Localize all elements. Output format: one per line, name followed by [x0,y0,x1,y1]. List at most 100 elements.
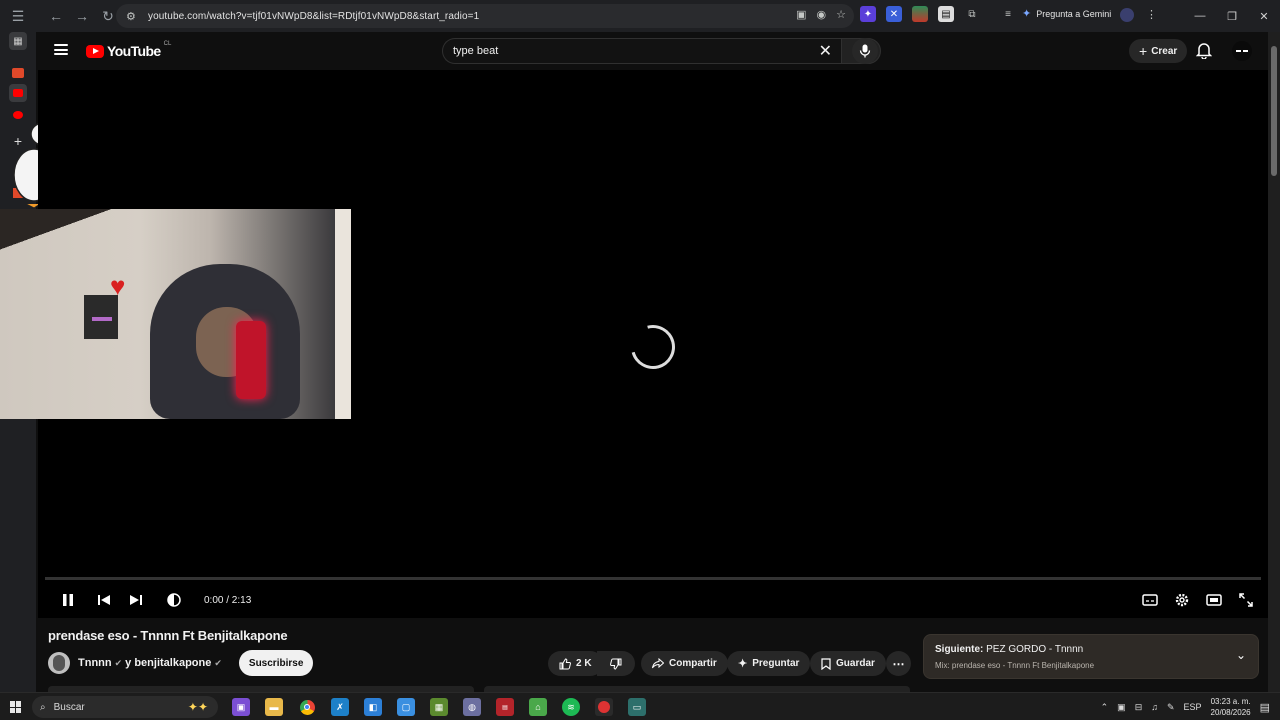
plus-icon: + [1139,43,1148,59]
address-bar[interactable]: ⚙ youtube.com/watch?v=tjf01vNWpD8&list=R… [116,4,854,28]
verified-badge-icon-2: ✔ [214,657,222,668]
clock-time: 03:23 a. m. [1210,697,1251,706]
app-icon-12[interactable] [595,698,613,716]
previous-button[interactable] [88,590,120,610]
fullscreen-icon [1239,593,1253,607]
more-actions-button[interactable]: ⋯ [886,651,911,676]
extension-icon-1[interactable]: ✦ [860,6,876,22]
start-button-icon[interactable] [10,701,22,713]
share-icon [652,658,664,669]
forward-button[interactable]: → [70,4,94,28]
skip-previous-icon [98,595,110,605]
app-icon-10[interactable]: ⌂ [529,698,547,716]
scrollbar-thumb[interactable] [1271,46,1277,176]
extension-icon-4[interactable]: ▤ [938,6,954,22]
sparkle-icon: ✦ [738,658,748,670]
copilot-sparkle-icon: ✦✦ [187,700,208,714]
volume-icon [167,593,181,607]
reading-list-icon[interactable]: ≡ [1000,6,1016,22]
pen-icon[interactable]: ✎ [1167,702,1175,713]
clock[interactable]: 03:23 a. m. 20/08/2026 [1211,696,1251,718]
webcam-overlay: ♥ [0,209,351,419]
channel-avatar[interactable] [48,652,70,674]
extensions-puzzle-icon[interactable]: ⧉ [964,6,980,22]
minimize-icon[interactable]: — [1184,10,1216,22]
apps-grid-icon[interactable]: ▦ [9,32,27,50]
app-icon-9[interactable]: ▤ [496,698,514,716]
gemini-star-icon: ✦ [1022,8,1032,20]
guide-menu-icon[interactable] [54,44,68,55]
chevron-down-icon[interactable]: ⌄ [1236,648,1246,662]
teams-icon[interactable]: ▣ [232,698,250,716]
youtube-logo[interactable]: YouTube CL [86,41,171,59]
page-scrollbar[interactable] [1268,32,1280,692]
tab-search-icon[interactable]: ☰ [6,4,30,28]
share-button[interactable]: Compartir [641,651,728,676]
side-app-icon-1[interactable] [9,64,27,82]
app-icon-13[interactable]: ▭ [628,698,646,716]
address-url[interactable]: youtube.com/watch?v=tjf01vNWpD8&list=RDt… [148,11,479,22]
extension-icon-2[interactable]: ✕ [886,6,902,22]
search-query[interactable]: type beat [453,45,498,57]
eye-off-icon[interactable]: ◉ [817,8,827,21]
account-avatar[interactable] [1232,41,1252,61]
install-app-icon[interactable]: ▣ [796,8,806,21]
progress-bar[interactable] [45,577,1261,580]
notifications-icon[interactable]: ▤ [1260,701,1270,714]
tray-overflow-icon[interactable]: ⌃ [1101,702,1109,713]
clock-date: 20/08/2026 [1210,708,1251,717]
volume-button[interactable] [158,590,190,610]
subtitles-button[interactable] [1134,590,1166,610]
minecraft-icon[interactable]: ▦ [430,698,448,716]
file-explorer-icon[interactable]: ▬ [265,698,283,716]
back-button[interactable]: ← [44,4,68,28]
profile-avatar[interactable] [1120,8,1134,22]
up-next-card[interactable]: Siguiente: PEZ GORDO - Tnnnn Mix: prenda… [923,634,1259,679]
next-button[interactable] [120,590,152,610]
close-window-icon[interactable]: ✕ [1248,10,1280,23]
chrome-menu-icon[interactable]: ⋮ [1146,8,1157,21]
youtube-logo-text: YouTube [107,43,161,59]
ask-button[interactable]: ✦ Preguntar [727,651,811,676]
up-next-subtitle: Mix: prendase eso - Tnnnn Ft Benjitalkap… [935,661,1095,670]
fullscreen-button[interactable] [1230,590,1262,610]
taskbar-search-placeholder: Buscar [53,701,85,713]
app-icon-5[interactable]: ◧ [364,698,382,716]
doorframe [335,209,351,419]
extension-icon-3[interactable] [912,6,928,22]
restore-icon[interactable]: ❐ [1216,10,1248,23]
app-icon-8[interactable]: ◍ [463,698,481,716]
pause-button[interactable] [52,590,84,610]
save-button[interactable]: Guardar [810,651,886,676]
vscode-icon[interactable]: ✗ [331,698,349,716]
create-button[interactable]: + Crear [1129,39,1188,63]
youtube-header: YouTube CL type beat ✕ + Crear [36,32,1268,70]
speaker-icon[interactable]: ♫ [1151,702,1158,712]
bookmark-star-icon[interactable]: ☆ [836,8,846,21]
channel-collaborator[interactable]: y benjitalkapone [125,657,211,669]
theater-mode-button[interactable] [1198,590,1230,610]
bookmark-icon [821,657,831,670]
tray-app-icon[interactable]: ▣ [1117,702,1126,713]
taskbar-search[interactable]: ⌕ Buscar ✦✦ [32,696,218,718]
chrome-icon[interactable] [298,698,316,716]
app-icon-6[interactable]: ▢ [397,698,415,716]
youtube-side-icon[interactable] [9,84,27,102]
settings-button[interactable] [1166,590,1198,610]
like-button[interactable]: 2 K [548,651,603,676]
site-info-icon[interactable]: ⚙ [126,10,144,23]
clear-search-icon[interactable]: ✕ [819,41,832,61]
channel-name[interactable]: Tnnnn [78,657,112,669]
network-icon[interactable]: ⊟ [1135,702,1143,713]
dislike-button[interactable] [597,651,635,676]
thumbs-up-icon [559,657,571,669]
gemini-button[interactable]: ✦ Pregunta a Gemini [1022,7,1111,20]
subscribe-button[interactable]: Suscribirse [238,650,314,676]
search-input[interactable]: type beat ✕ [442,38,842,64]
voice-search-button[interactable] [852,38,878,64]
up-next-prefix: Siguiente: [935,644,984,655]
language-indicator[interactable]: ESP [1184,702,1202,712]
notifications-bell-icon[interactable] [1196,42,1212,59]
share-label: Compartir [669,658,717,669]
spotify-icon[interactable]: ≋ [562,698,580,716]
